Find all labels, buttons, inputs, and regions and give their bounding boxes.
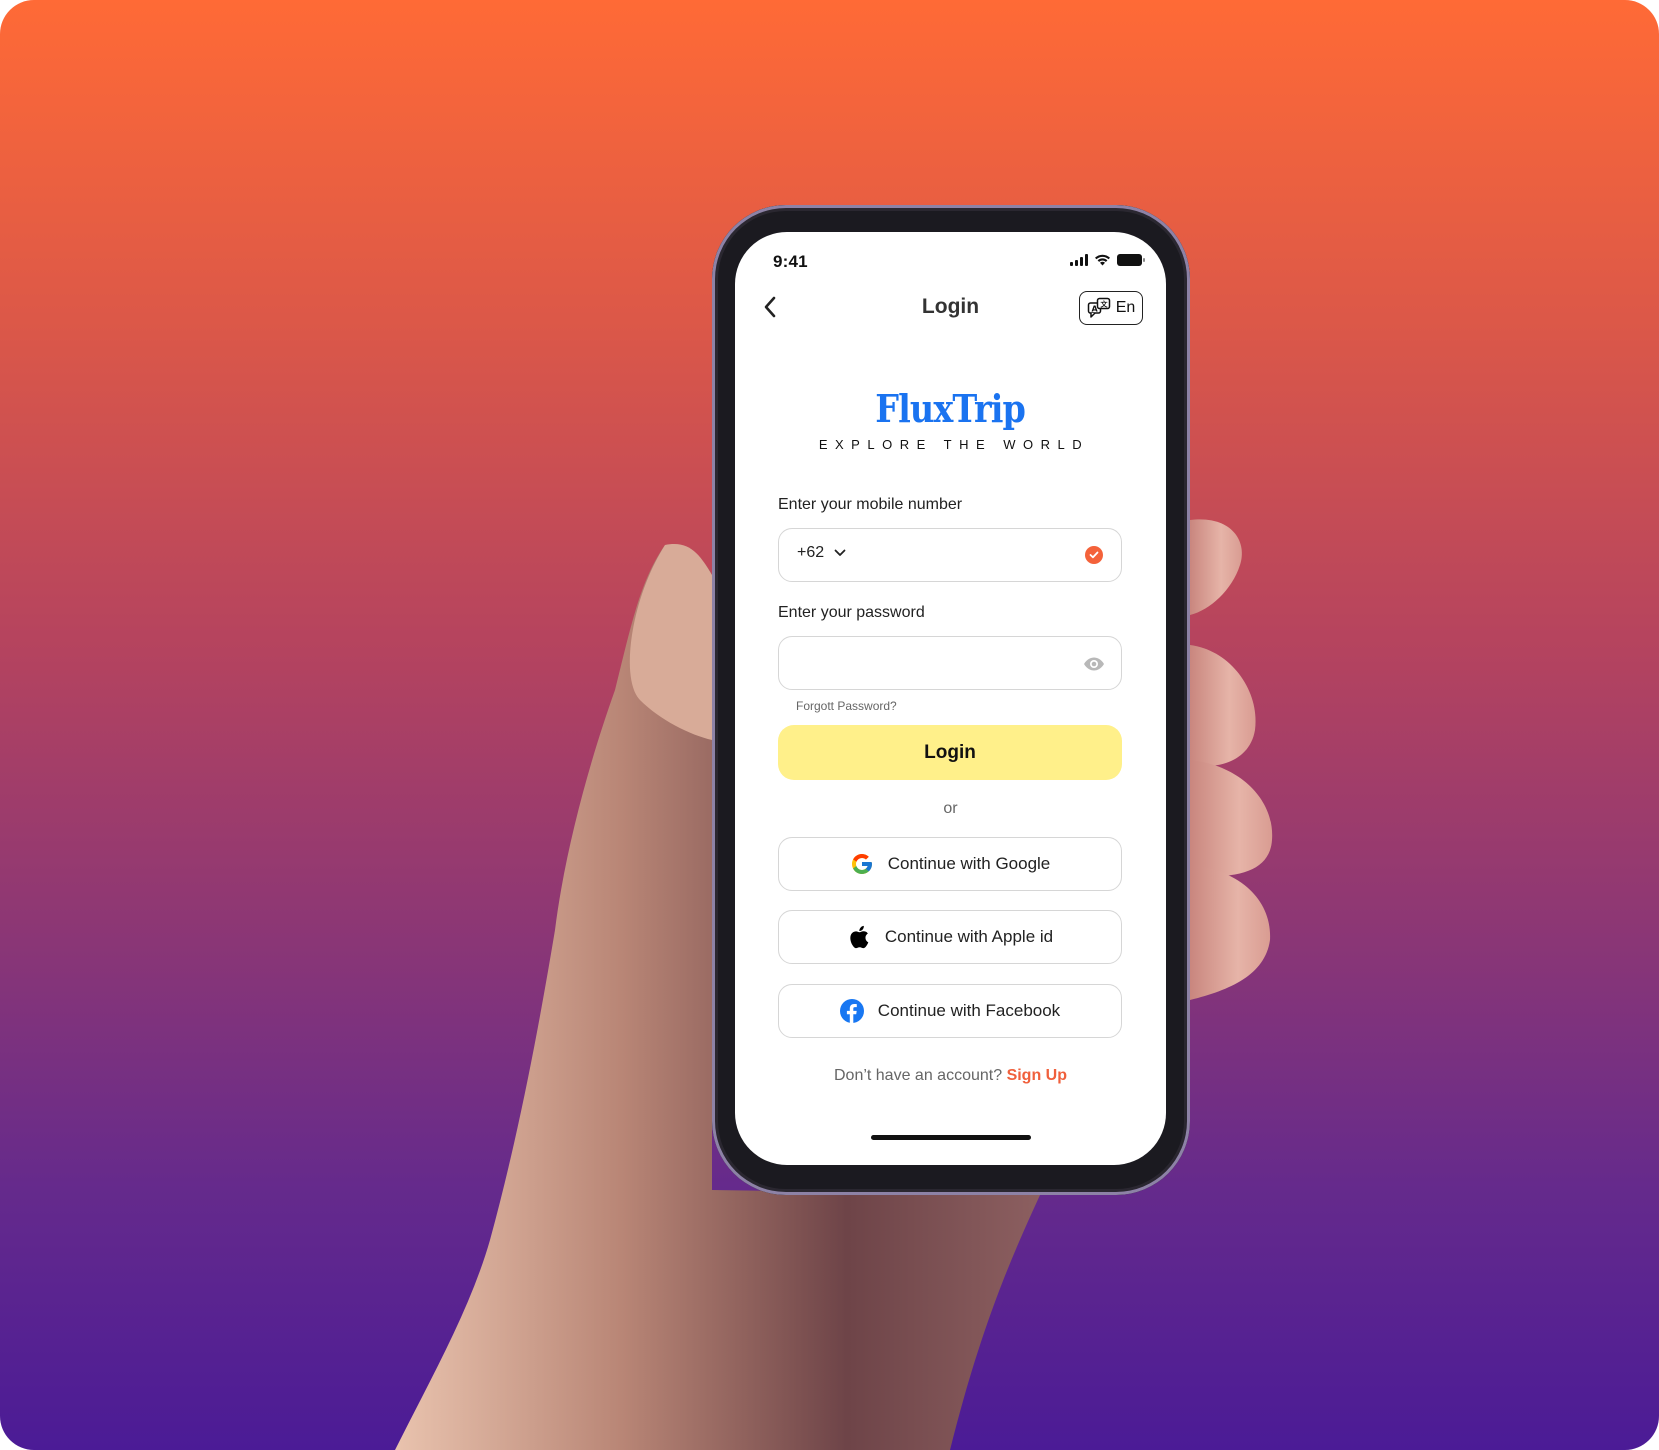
login-button[interactable]: Login <box>778 725 1122 780</box>
google-login-label: Continue with Google <box>887 854 1051 873</box>
language-label: En <box>1115 299 1136 316</box>
svg-text:A: A <box>1091 305 1098 314</box>
status-bar: 9:41 <box>735 232 1166 284</box>
svg-text:文: 文 <box>1100 300 1108 309</box>
mobile-number-label: Enter your mobile number <box>778 496 963 513</box>
phone-frame: 9:41 Login A 文 En FluxTrip EXPLORE THE W… <box>712 205 1190 1195</box>
google-icon <box>850 852 874 876</box>
logo-wordmark: FluxTrip <box>875 386 1027 431</box>
status-time: 9:41 <box>773 252 808 271</box>
check-circle-icon <box>1085 546 1103 564</box>
google-login-button[interactable]: Continue with Google <box>778 837 1122 891</box>
password-label: Enter your password <box>778 604 925 621</box>
finger-4 <box>1190 865 1271 1000</box>
app-logo: FluxTrip EXPLORE THE WORLD <box>735 386 1166 453</box>
mobile-number-input[interactable]: +62 <box>778 528 1122 582</box>
background-canvas: 9:41 Login A 文 En FluxTrip EXPLORE THE W… <box>0 0 1659 1450</box>
apple-icon <box>847 925 871 949</box>
phone-screen: 9:41 Login A 文 En FluxTrip EXPLORE THE W… <box>735 232 1166 1165</box>
language-selector-button[interactable]: A 文 En <box>1079 291 1143 325</box>
divider-or-text: or <box>943 800 958 817</box>
status-icons <box>1070 254 1145 266</box>
signup-link[interactable]: Sign Up <box>1007 1067 1067 1084</box>
signup-prompt: Don’t have an account? Sign Up <box>735 1067 1166 1085</box>
home-indicator[interactable] <box>871 1135 1031 1140</box>
facebook-login-button[interactable]: Continue with Facebook <box>778 984 1122 1038</box>
logo-tagline: EXPLORE THE WORLD <box>818 437 1090 452</box>
forgot-password-link[interactable]: Forgott Password? <box>796 699 897 713</box>
wifi-icon <box>1095 254 1110 266</box>
battery-icon <box>1117 254 1145 266</box>
translate-icon: A 文 <box>1087 297 1110 318</box>
finger-3 <box>1190 760 1273 877</box>
country-code-dropdown[interactable]: +62 <box>797 544 846 562</box>
apple-login-label: Continue with Apple id <box>884 927 1054 946</box>
facebook-icon <box>839 999 864 1023</box>
apple-login-button[interactable]: Continue with Apple id <box>778 910 1122 964</box>
chevron-down-icon <box>834 549 846 556</box>
finger-1 <box>1190 519 1242 615</box>
eye-icon[interactable] <box>1083 654 1105 674</box>
cellular-signal-icon <box>1070 254 1088 266</box>
signup-prompt-text: Don’t have an account? <box>833 1067 1003 1084</box>
finger-2 <box>1190 645 1256 767</box>
facebook-login-label: Continue with Facebook <box>877 1001 1061 1020</box>
app-header: Login A 文 En <box>735 282 1166 332</box>
password-input[interactable] <box>778 636 1122 690</box>
country-code-value: +62 <box>797 544 825 561</box>
